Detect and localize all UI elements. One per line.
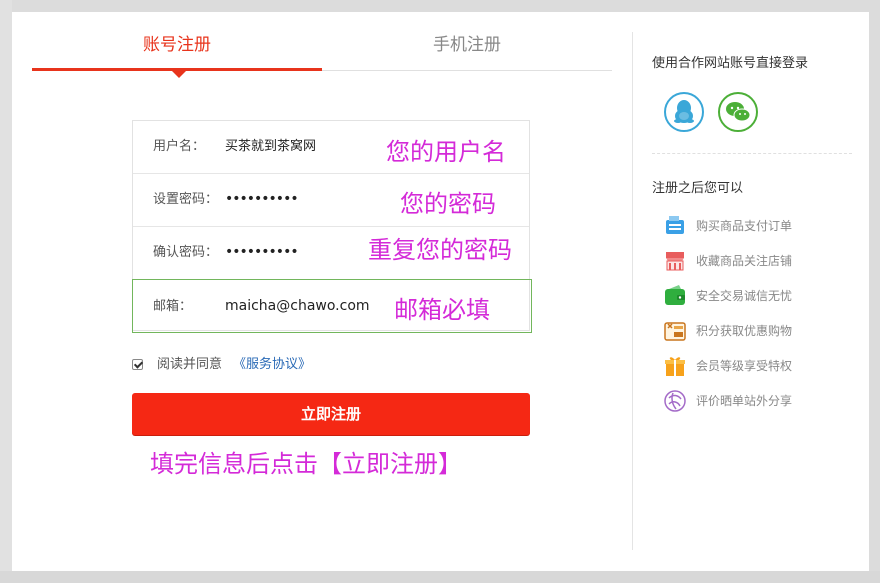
benefit-label: 安全交易诚信无忧 (696, 289, 793, 303)
register-now-button[interactable]: 立即注册 (132, 393, 530, 435)
confirm-password-annotation: 重复您的密码 (368, 236, 512, 264)
tab-account-register[interactable]: 账号注册 (32, 33, 322, 57)
sidebar-dash-divider (652, 153, 852, 154)
service-agreement-link[interactable]: 《服务协议》 (233, 356, 311, 374)
benefit-item: 收藏商品关注店铺 (663, 249, 863, 273)
wechat-icon (726, 102, 751, 122)
shop-icon (666, 252, 684, 271)
share-icon (664, 390, 686, 412)
email-label: 邮箱： (153, 299, 193, 314)
gift-box-icon (665, 357, 685, 376)
agree-checkbox[interactable] (132, 359, 143, 370)
benefits-title: 注册之后您可以 (652, 181, 744, 196)
benefit-item: 安全交易诚信无忧 (663, 284, 863, 308)
username-label: 用户名： (153, 139, 206, 154)
benefit-item: 积分获取优惠购物 (663, 319, 863, 343)
submit-annotation: 填完信息后点击【立即注册】 (150, 450, 462, 478)
username-annotation: 您的用户名 (386, 138, 506, 166)
confirm-password-input[interactable]: •••••••••• (225, 226, 299, 279)
background-right (869, 0, 880, 583)
benefit-label: 购买商品支付订单 (696, 219, 793, 233)
benefit-item: 会员等级享受特权 (663, 354, 863, 378)
wallet-icon (665, 285, 685, 305)
wechat-login-button[interactable] (718, 92, 758, 132)
background-left (0, 0, 12, 583)
partner-login-title: 使用合作网站账号直接登录 (652, 56, 809, 71)
email-annotation: 邮箱必填 (394, 296, 490, 324)
tab-phone-register[interactable]: 手机注册 (322, 33, 612, 57)
benefit-label: 会员等级享受特权 (696, 359, 793, 373)
background-top (0, 0, 880, 12)
qq-login-button[interactable] (664, 92, 704, 132)
password-label: 设置密码： (153, 192, 219, 207)
username-input[interactable]: 买茶就到茶窝网 (225, 120, 316, 173)
background-bottom (0, 571, 880, 583)
password-input[interactable]: •••••••••• (225, 173, 299, 226)
benefit-item: 购买商品支付订单 (663, 214, 863, 238)
agree-text: 阅读并同意 (157, 357, 223, 372)
sidebar-divider (632, 32, 633, 550)
benefit-item: 评价晒单站外分享 (663, 389, 863, 413)
confirm-password-label: 确认密码： (153, 245, 219, 260)
password-annotation: 您的密码 (400, 190, 496, 218)
qq-icon (674, 100, 694, 123)
register-card: 账号注册 手机注册 用户名： 买茶就到茶窝网 您的用户名 设置密码： •••••… (12, 12, 869, 571)
tab-active-arrow (172, 71, 186, 78)
email-input[interactable]: maicha@chawo.com (225, 280, 370, 333)
benefit-label: 积分获取优惠购物 (696, 324, 793, 338)
benefit-label: 收藏商品关注店铺 (696, 254, 793, 268)
cashier-icon (666, 216, 684, 234)
benefit-label: 评价晒单站外分享 (696, 394, 793, 408)
gift-card-icon (664, 322, 686, 341)
